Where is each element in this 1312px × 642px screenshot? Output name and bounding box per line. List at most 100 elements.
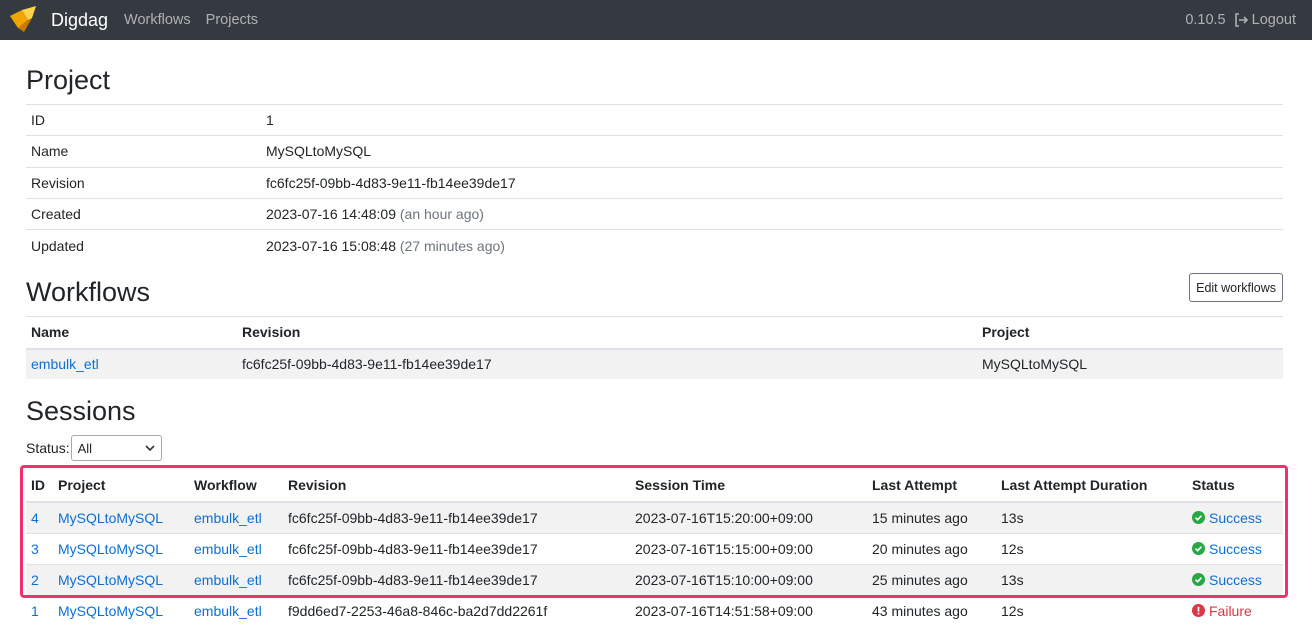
session-id-link[interactable]: 1 bbox=[31, 603, 39, 619]
session-row: 4 MySQLtoMySQL embulk_etl fc6fc25f-09bb-4d8… bbox=[26, 501, 1283, 533]
workflows-table: Name Revision Project embulk_etl fc6fc25f… bbox=[26, 316, 1283, 379]
project-field-key: Updated bbox=[26, 229, 261, 261]
workflows-header-row: Name Revision Project bbox=[26, 316, 1283, 350]
session-time: 2023-07-16T14:51:58+09:00 bbox=[630, 594, 867, 626]
session-project-link[interactable]: MySQLtoMySQL bbox=[58, 572, 163, 588]
session-last-attempt: 43 minutes ago bbox=[867, 594, 996, 626]
session-status-label: Success bbox=[1209, 509, 1262, 526]
project-field-value: 2023-07-16 14:48:09 (an hour ago) bbox=[261, 197, 1283, 230]
session-workflow-link[interactable]: embulk_etl bbox=[194, 572, 262, 588]
check-circle-icon bbox=[1192, 542, 1205, 555]
workflow-name-link[interactable]: embulk_etl bbox=[31, 356, 99, 372]
navbar-right: 0.10.5 Logout bbox=[1185, 12, 1304, 28]
session-status-link[interactable]: Success bbox=[1192, 510, 1278, 526]
session-project-link[interactable]: MySQLtoMySQL bbox=[58, 541, 163, 557]
project-field-key: Created bbox=[26, 197, 261, 230]
status-filter: Status: All bbox=[26, 435, 162, 461]
workflow-revision: fc6fc25f-09bb-4d83-9e11-fb14ee39de17 bbox=[237, 348, 977, 379]
col-revision: Revision bbox=[237, 316, 977, 350]
session-status-label: Success bbox=[1209, 540, 1262, 557]
exclamation-circle-icon bbox=[1192, 604, 1205, 618]
session-revision: fc6fc25f-09bb-4d83-9e11-fb14ee39de17 bbox=[283, 501, 630, 533]
col-project: Project bbox=[977, 316, 1283, 350]
col-workflow: Workflow bbox=[189, 469, 283, 503]
digdag-logo-icon bbox=[10, 6, 36, 32]
session-duration: 13s bbox=[996, 563, 1187, 595]
session-revision: fc6fc25f-09bb-4d83-9e11-fb14ee39de17 bbox=[283, 563, 630, 595]
session-status-link[interactable]: Success bbox=[1192, 541, 1278, 557]
session-last-attempt: 15 minutes ago bbox=[867, 501, 996, 533]
status-select[interactable]: All bbox=[70, 435, 162, 461]
check-circle-icon bbox=[1192, 573, 1205, 586]
col-session-time: Session Time bbox=[630, 469, 867, 503]
session-duration: 12s bbox=[996, 532, 1187, 564]
workflow-row: embulk_etl fc6fc25f-09bb-4d83-9e11-fb14ee… bbox=[26, 348, 1283, 379]
project-field-note: (an hour ago) bbox=[399, 206, 484, 223]
col-status: Status bbox=[1187, 469, 1283, 503]
session-last-attempt: 25 minutes ago bbox=[867, 563, 996, 595]
brand-name: Digdag bbox=[51, 9, 109, 30]
project-row: Name MySQLtoMySQL bbox=[26, 135, 1283, 168]
logout-link[interactable]: Logout bbox=[1234, 12, 1296, 28]
version-label: 0.10.5 bbox=[1185, 12, 1226, 28]
logout-label: Logout bbox=[1251, 12, 1296, 28]
project-field-value: fc6fc25f-09bb-4d83-9e11-fb14ee39de17 bbox=[261, 166, 1283, 199]
session-id-link[interactable]: 4 bbox=[31, 510, 39, 526]
project-heading: Project bbox=[26, 65, 111, 95]
col-revision: Revision bbox=[283, 469, 630, 503]
project-row: Revision fc6fc25f-09bb-4d83-9e11-fb14ee39… bbox=[26, 166, 1283, 199]
col-project: Project bbox=[53, 469, 189, 503]
sign-out-icon bbox=[1234, 13, 1248, 27]
session-duration: 13s bbox=[996, 501, 1187, 533]
workflow-project: MySQLtoMySQL bbox=[977, 348, 1283, 379]
session-time: 2023-07-16T15:15:00+09:00 bbox=[630, 532, 867, 564]
project-field-value: MySQLtoMySQL bbox=[261, 135, 1283, 168]
col-id: ID bbox=[26, 469, 53, 503]
session-id-link[interactable]: 2 bbox=[31, 572, 39, 588]
navbar: Digdag Workflows Projects 0.10.5 Logout bbox=[0, 0, 1312, 40]
project-field-note: (27 minutes ago) bbox=[399, 237, 505, 254]
session-status-label: Success bbox=[1209, 571, 1262, 588]
session-time: 2023-07-16T15:20:00+09:00 bbox=[630, 501, 867, 533]
nav-link-projects[interactable]: Projects bbox=[206, 12, 258, 28]
sessions-table: ID Project Workflow Revision Session Tim… bbox=[26, 469, 1283, 626]
project-field-value: 2023-07-16 15:08:48 (27 minutes ago) bbox=[261, 229, 1283, 261]
col-last-attempt-duration: Last Attempt Duration bbox=[996, 469, 1187, 503]
project-field-text: 2023-07-16 14:48:09 bbox=[266, 206, 396, 223]
project-field-text: MySQLtoMySQL bbox=[266, 143, 372, 160]
session-id-link[interactable]: 3 bbox=[31, 541, 39, 557]
check-circle-icon bbox=[1192, 511, 1205, 525]
project-row: Created 2023-07-16 14:48:09 (an hour ago) bbox=[26, 197, 1283, 230]
project-field-key: Revision bbox=[26, 166, 261, 199]
session-time: 2023-07-16T15:10:00+09:00 bbox=[630, 563, 867, 595]
project-field-text: 2023-07-16 15:08:48 bbox=[266, 237, 396, 254]
sessions-heading: Sessions bbox=[26, 396, 136, 426]
session-revision: fc6fc25f-09bb-4d83-9e11-fb14ee39de17 bbox=[283, 532, 630, 564]
brand[interactable]: Digdag bbox=[8, 0, 124, 40]
session-duration: 12s bbox=[996, 594, 1187, 626]
sessions-header-row: ID Project Workflow Revision Session Tim… bbox=[26, 469, 1283, 503]
session-workflow-link[interactable]: embulk_etl bbox=[194, 541, 262, 557]
session-workflow-link[interactable]: embulk_etl bbox=[194, 510, 262, 526]
session-status-link[interactable]: Success bbox=[1192, 572, 1278, 588]
edit-workflows-button[interactable]: Edit workflows bbox=[1189, 273, 1283, 302]
project-field-key: ID bbox=[26, 103, 261, 136]
session-last-attempt: 20 minutes ago bbox=[867, 532, 996, 564]
status-select-value: All bbox=[77, 440, 93, 456]
project-field-text: 1 bbox=[266, 112, 274, 129]
session-workflow-link[interactable]: embulk_etl bbox=[194, 603, 262, 619]
session-row: 2 MySQLtoMySQL embulk_etl fc6fc25f-09bb-4d8… bbox=[26, 563, 1283, 595]
col-name: Name bbox=[26, 316, 237, 350]
session-status-label: Failure bbox=[1209, 602, 1252, 619]
project-table: ID 1 Name MySQLtoMySQL Revision fc6fc25f-09… bbox=[26, 103, 1283, 261]
session-row: 3 MySQLtoMySQL embulk_etl fc6fc25f-09bb-4d8… bbox=[26, 532, 1283, 564]
session-row: 1 MySQLtoMySQL embulk_etl f9dd6ed7-2253-46a… bbox=[26, 594, 1283, 626]
nav-link-workflows[interactable]: Workflows bbox=[124, 12, 191, 28]
session-project-link[interactable]: MySQLtoMySQL bbox=[58, 603, 163, 619]
workflows-heading: Workflows bbox=[26, 277, 151, 307]
session-project-link[interactable]: MySQLtoMySQL bbox=[58, 510, 163, 526]
project-field-key: Name bbox=[26, 135, 261, 168]
status-filter-label: Status: bbox=[26, 440, 70, 456]
project-row: ID 1 bbox=[26, 103, 1283, 136]
session-status-link[interactable]: Failure bbox=[1192, 603, 1278, 619]
